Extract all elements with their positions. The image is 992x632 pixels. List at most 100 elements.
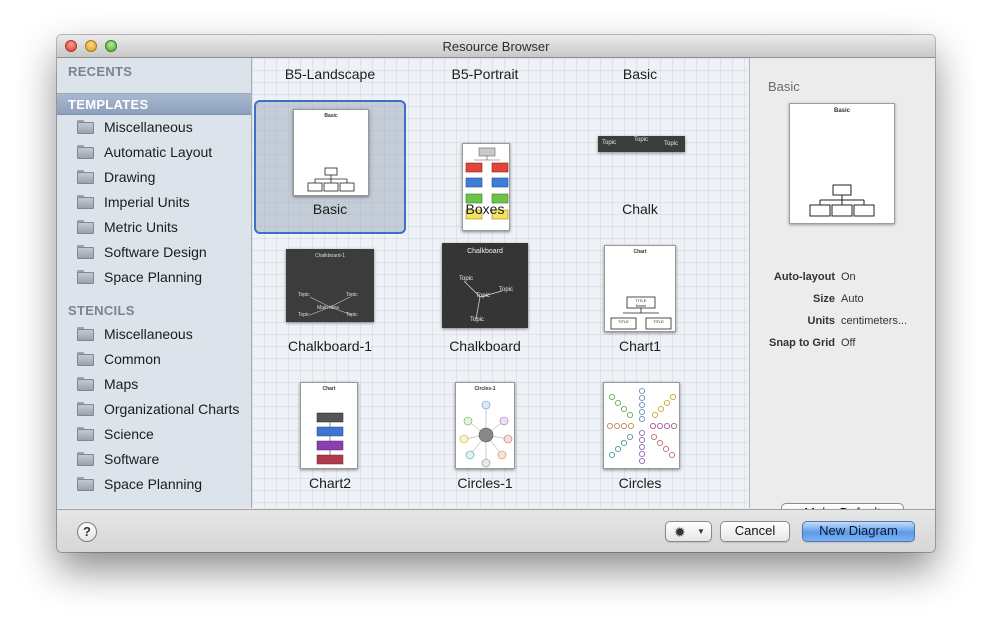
template-chalkboard-1[interactable]: Chalkboard-1 Main Idea Topic Topic Topic… xyxy=(254,237,406,371)
property-value-snap-to-grid: Off xyxy=(841,337,856,349)
folder-icon xyxy=(77,120,94,134)
sidebar-item-templates-space-planning[interactable]: Space Planning xyxy=(57,266,251,290)
sidebar-item-science[interactable]: Science xyxy=(57,423,251,447)
sidebar-item-templates-miscellaneous[interactable]: Miscellaneous xyxy=(57,116,251,140)
template-circles[interactable]: Circles xyxy=(564,374,716,508)
template-thumbnail: Chalkboard Topic Topic Topic Topic xyxy=(442,243,528,328)
folder-icon xyxy=(77,245,94,259)
sidebar-item-label: Miscellaneous xyxy=(104,119,193,135)
chalk-topic-right: Topic xyxy=(664,141,679,147)
sidebar-item-software[interactable]: Software xyxy=(57,448,251,472)
action-menu-button[interactable]: ✹ ▼ xyxy=(665,521,712,542)
template-boxes[interactable]: Boxes xyxy=(409,100,561,234)
template-thumbnail: Topic Topic Topic xyxy=(598,136,685,152)
template-thumbnail: Chalkboard-1 Main Idea Topic Topic Topic… xyxy=(286,249,374,322)
folder-icon xyxy=(77,452,94,466)
folder-icon xyxy=(77,352,94,366)
help-button[interactable]: ? xyxy=(77,522,97,542)
sidebar-item-metric-units[interactable]: Metric Units xyxy=(57,216,251,240)
template-thumbnail: Chart xyxy=(300,382,358,469)
template-label: Chalkboard xyxy=(449,338,521,354)
sidebar-item-label: Software xyxy=(104,451,160,467)
column-header-b5-portrait: B5-Portrait xyxy=(451,66,519,82)
chalkboard1-main-idea: Main Idea xyxy=(317,305,339,311)
sidebar-item-common[interactable]: Common xyxy=(57,348,251,372)
chalkboard-topic: Topic xyxy=(499,287,514,293)
sidebar-item-stencils-miscellaneous[interactable]: Miscellaneous xyxy=(57,323,251,347)
folder-icon xyxy=(77,145,94,159)
template-thumbnail xyxy=(603,382,680,469)
property-value-auto-layout: On xyxy=(841,271,856,283)
sidebar-item-label: Imperial Units xyxy=(104,194,190,210)
chalk-topic-center: Topic xyxy=(634,137,649,143)
chalkboard-topic: Topic xyxy=(459,276,474,282)
chalkboard1-topic: Topic xyxy=(346,292,358,298)
chart1-title-box: TITLE xyxy=(618,319,629,324)
template-label: Chalk xyxy=(622,201,658,217)
circles-mindmap-icon xyxy=(459,400,513,468)
sidebar-item-label: Science xyxy=(104,426,154,442)
chalkboard1-topic: Topic xyxy=(298,292,310,298)
template-label: Chart2 xyxy=(308,475,352,491)
cancel-button[interactable]: Cancel xyxy=(720,521,790,542)
template-chalkboard[interactable]: Chalkboard Topic Topic Topic Topic Chalk… xyxy=(409,237,561,371)
sidebar-section-stencils[interactable]: STENCILS xyxy=(57,300,251,322)
folder-icon xyxy=(77,377,94,391)
sidebar-section-recents[interactable]: RECENTS xyxy=(57,61,251,83)
template-chart1[interactable]: Chart TITLE Name TITLE TITLE Chart1 xyxy=(564,237,716,371)
property-label-units: Units xyxy=(807,315,836,327)
chart1-title-box: TITLE xyxy=(653,319,664,324)
folder-icon xyxy=(77,270,94,284)
chalkboard-topic: Topic xyxy=(476,293,491,299)
template-label: Boxes xyxy=(465,201,505,217)
template-thumbnail xyxy=(462,143,510,231)
sidebar-item-automatic-layout[interactable]: Automatic Layout xyxy=(57,141,251,165)
folder-icon xyxy=(77,220,94,234)
window-title: Resource Browser xyxy=(442,39,550,54)
sidebar-item-maps[interactable]: Maps xyxy=(57,373,251,397)
folder-icon xyxy=(77,195,94,209)
sidebar-item-stencils-space-planning[interactable]: Space Planning xyxy=(57,473,251,497)
sidebar-item-label: Drawing xyxy=(104,169,156,185)
boxes-diagram-icon xyxy=(465,147,509,220)
template-thumbnail: Basic xyxy=(293,109,369,196)
chalkboard1-topic: Topic xyxy=(298,312,310,318)
template-thumbnail: Chart TITLE Name TITLE TITLE xyxy=(604,245,676,332)
property-label-auto-layout: Auto-layout xyxy=(773,271,835,283)
sidebar-item-label: Space Planning xyxy=(104,269,203,285)
resource-browser-window: Resource Browser RECENTS TEMPLATES Misce… xyxy=(57,35,935,552)
sidebar-item-software-design[interactable]: Software Design xyxy=(57,241,251,265)
chalk-topic-left: Topic xyxy=(602,140,617,146)
sidebar-item-organizational-charts[interactable]: Organizational Charts xyxy=(57,398,251,422)
folder-icon xyxy=(77,327,94,341)
template-thumbnail: Circles-1 xyxy=(455,382,515,469)
inspector-title: Basic xyxy=(768,79,800,94)
folder-icon xyxy=(77,427,94,441)
template-grid: B5-Landscape B5-Portrait Basic Basic Bas… xyxy=(252,58,748,508)
new-diagram-button[interactable]: New Diagram xyxy=(802,521,915,542)
sidebar-item-imperial-units[interactable]: Imperial Units xyxy=(57,191,251,215)
template-label: Circles-1 xyxy=(457,475,513,491)
title-bar[interactable]: Resource Browser xyxy=(57,35,935,58)
template-chalk[interactable]: Topic Topic Topic Chalk xyxy=(564,100,716,234)
template-circles-1[interactable]: Circles-1 Circles-1 xyxy=(409,374,561,508)
template-label: Basic xyxy=(312,201,348,217)
stacked-chart-icon xyxy=(316,412,344,465)
property-value-size: Auto xyxy=(841,293,864,305)
template-chart2[interactable]: Chart Chart2 xyxy=(254,374,406,508)
sidebar-item-label: Common xyxy=(104,351,161,367)
sidebar: RECENTS TEMPLATES Miscellaneous Automati… xyxy=(57,58,252,508)
tree-diagram-icon xyxy=(809,184,875,217)
sidebar-section-templates[interactable]: TEMPLATES xyxy=(57,93,251,115)
mindmap-icon xyxy=(463,280,503,320)
circles-radial-icon xyxy=(606,387,678,465)
sidebar-item-drawing[interactable]: Drawing xyxy=(57,166,251,190)
template-basic[interactable]: Basic Basic xyxy=(254,100,406,234)
column-header-basic: Basic xyxy=(622,66,658,82)
folder-icon xyxy=(77,402,94,416)
sidebar-item-label: Automatic Layout xyxy=(104,144,213,160)
folder-icon xyxy=(77,477,94,491)
chart1-name: Name xyxy=(635,303,647,308)
chalkboard-topic: Topic xyxy=(470,317,485,323)
tree-diagram-icon xyxy=(307,167,355,192)
